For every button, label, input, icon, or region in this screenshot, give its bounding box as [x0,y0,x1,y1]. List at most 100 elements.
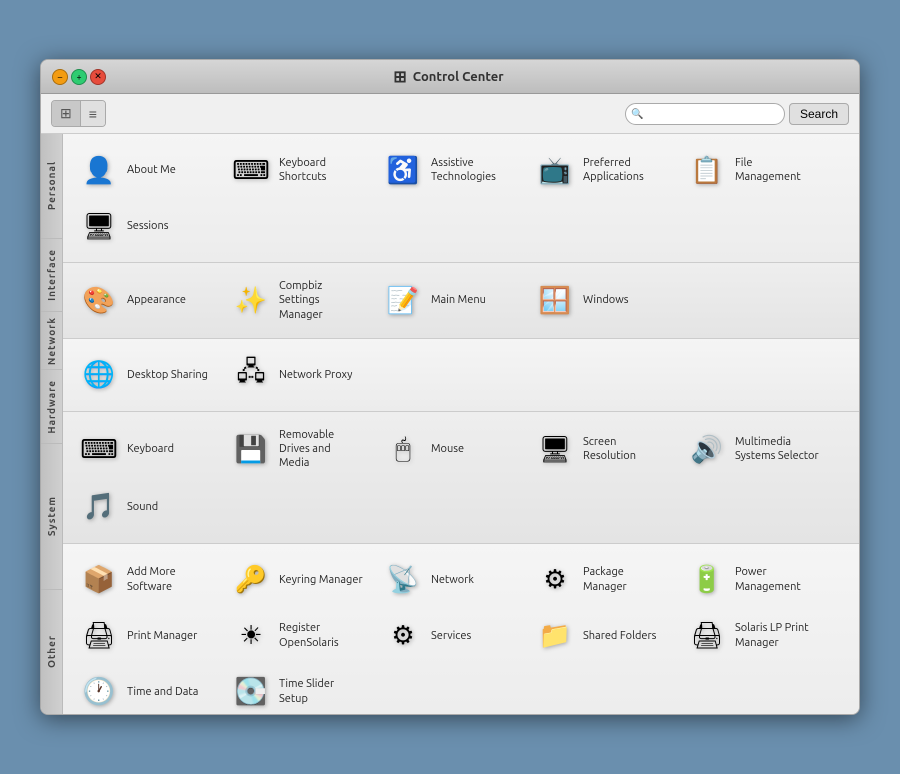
item-sessions[interactable]: 🖥 Sessions [71,200,219,252]
solaris-print-icon: 🖨 [687,616,727,656]
sidebar-interface: Interface [41,239,62,313]
item-main-menu[interactable]: 📝 Main Menu [375,273,523,328]
titlebar-left: – + ✕ [49,69,106,85]
minimize-button[interactable]: – [52,69,68,85]
screen-resolution-label: Screen Resolution [583,435,667,464]
toolbar: ⊞ ≡ Search [41,94,859,134]
item-sound[interactable]: 🎵 Sound [71,481,219,533]
assistive-technologies-icon: ♿ [383,150,423,190]
section-system: 📦 Add More Software 🔑 Keyring Manager 📡 … [63,544,859,714]
item-print-manager[interactable]: 🖨 Print Manager [71,610,219,662]
appearance-label: Appearance [127,293,186,307]
assistive-technologies-label: Assistive Technologies [431,156,515,185]
content-area: Personal Interface Network Hardware Syst… [41,134,859,714]
mouse-label: Mouse [431,442,464,456]
item-keyboard[interactable]: ⌨ Keyboard [71,422,219,477]
time-slider-label: Time Slider Setup [279,677,363,706]
keyboard-shortcuts-label: Keyboard Shortcuts [279,156,363,185]
sidebar-label-system: System [46,490,57,542]
file-management-label: File Management [735,156,819,185]
sidebar-hardware: Hardware [41,370,62,444]
sidebar-label-interface: Interface [46,243,57,307]
section-hardware: ⌨ Keyboard 💾 Removable Drives and Media … [63,412,859,544]
item-keyboard-shortcuts[interactable]: ⌨ Keyboard Shortcuts [223,144,371,196]
item-removable-drives[interactable]: 💾 Removable Drives and Media [223,422,371,477]
item-time-and-data[interactable]: 🕐 Time and Data [71,666,219,714]
services-icon: ⚙ [383,616,423,656]
item-windows[interactable]: 🪟 Windows [527,273,675,328]
windows-label: Windows [583,293,629,307]
sessions-label: Sessions [127,219,169,233]
app-icon: ⊞ [393,67,406,86]
item-power-management[interactable]: 🔋 Power Management [679,554,827,606]
keyboard-shortcuts-icon: ⌨ [231,150,271,190]
grid-view-button[interactable]: ⊞ [52,101,81,126]
item-mouse[interactable]: 🖱 Mouse [375,422,523,477]
item-network-proxy[interactable]: 🖧 Network Proxy [223,349,371,401]
search-input[interactable] [625,103,785,125]
search-button[interactable]: Search [789,103,849,125]
item-keyring-manager[interactable]: 🔑 Keyring Manager [223,554,371,606]
shared-folders-label: Shared Folders [583,629,656,643]
item-file-management[interactable]: 📋 File Management [679,144,827,196]
close-button[interactable]: ✕ [90,69,106,85]
sidebar-network: Network [41,312,62,370]
main-area: 👤 About Me ⌨ Keyboard Shortcuts ♿ Assist… [63,134,859,714]
shared-folders-icon: 📁 [535,616,575,656]
item-package-manager[interactable]: ⚙ Package Manager [527,554,675,606]
section-interface: 🎨 Appearance ✨ Compbiz Settings Manager … [63,263,859,339]
list-view-button[interactable]: ≡ [81,101,105,126]
item-desktop-sharing[interactable]: 🌐 Desktop Sharing [71,349,219,401]
keyring-manager-label: Keyring Manager [279,573,363,587]
titlebar-center: ⊞ Control Center [393,67,503,86]
view-toggle: ⊞ ≡ [51,100,106,127]
item-multimedia-systems[interactable]: 🔊 Multimedia Systems Selector [679,422,827,477]
item-screen-resolution[interactable]: 🖥 Screen Resolution [527,422,675,477]
sidebar-label-network: Network [46,311,57,371]
item-time-slider[interactable]: 💽 Time Slider Setup [223,666,371,714]
maximize-button[interactable]: + [71,69,87,85]
item-compbiz[interactable]: ✨ Compbiz Settings Manager [223,273,371,328]
appearance-icon: 🎨 [79,280,119,320]
screen-resolution-icon: 🖥 [535,429,575,469]
item-register-opensolaris[interactable]: ☀ Register OpenSolaris [223,610,371,662]
system-items: 📦 Add More Software 🔑 Keyring Manager 📡 … [63,544,859,714]
add-more-software-label: Add More Software [127,565,211,594]
sidebar-other: Other [41,590,62,714]
about-me-label: About Me [127,163,176,177]
desktop-sharing-icon: 🌐 [79,355,119,395]
item-services[interactable]: ⚙ Services [375,610,523,662]
item-appearance[interactable]: 🎨 Appearance [71,273,219,328]
sessions-icon: 🖥 [79,206,119,246]
keyring-manager-icon: 🔑 [231,560,271,600]
item-preferred-applications[interactable]: 📺 Preferred Applications [527,144,675,196]
keyboard-label: Keyboard [127,442,174,456]
print-manager-icon: 🖨 [79,616,119,656]
section-network: 🌐 Desktop Sharing 🖧 Network Proxy [63,339,859,412]
sidebar-label-other: Other [46,629,57,674]
item-about-me[interactable]: 👤 About Me [71,144,219,196]
item-assistive-technologies[interactable]: ♿ Assistive Technologies [375,144,523,196]
titlebar: – + ✕ ⊞ Control Center [41,60,859,94]
item-network-sys[interactable]: 📡 Network [375,554,523,606]
multimedia-systems-icon: 🔊 [687,429,727,469]
preferred-applications-icon: 📺 [535,150,575,190]
sidebar-label-hardware: Hardware [46,374,57,440]
item-shared-folders[interactable]: 📁 Shared Folders [527,610,675,662]
sound-icon: 🎵 [79,487,119,527]
network-proxy-icon: 🖧 [231,355,271,395]
multimedia-systems-label: Multimedia Systems Selector [735,435,819,464]
add-more-software-icon: 📦 [79,560,119,600]
item-solaris-print[interactable]: 🖨 Solaris LP Print Manager [679,610,827,662]
main-menu-label: Main Menu [431,293,486,307]
time-and-data-icon: 🕐 [79,672,119,712]
register-opensolaris-icon: ☀ [231,616,271,656]
removable-drives-icon: 💾 [231,429,271,469]
personal-items: 👤 About Me ⌨ Keyboard Shortcuts ♿ Assist… [63,134,859,262]
power-management-label: Power Management [735,565,819,594]
print-manager-label: Print Manager [127,629,197,643]
services-label: Services [431,629,471,643]
network-items: 🌐 Desktop Sharing 🖧 Network Proxy [63,339,859,411]
solaris-print-label: Solaris LP Print Manager [735,621,819,650]
item-add-more-software[interactable]: 📦 Add More Software [71,554,219,606]
